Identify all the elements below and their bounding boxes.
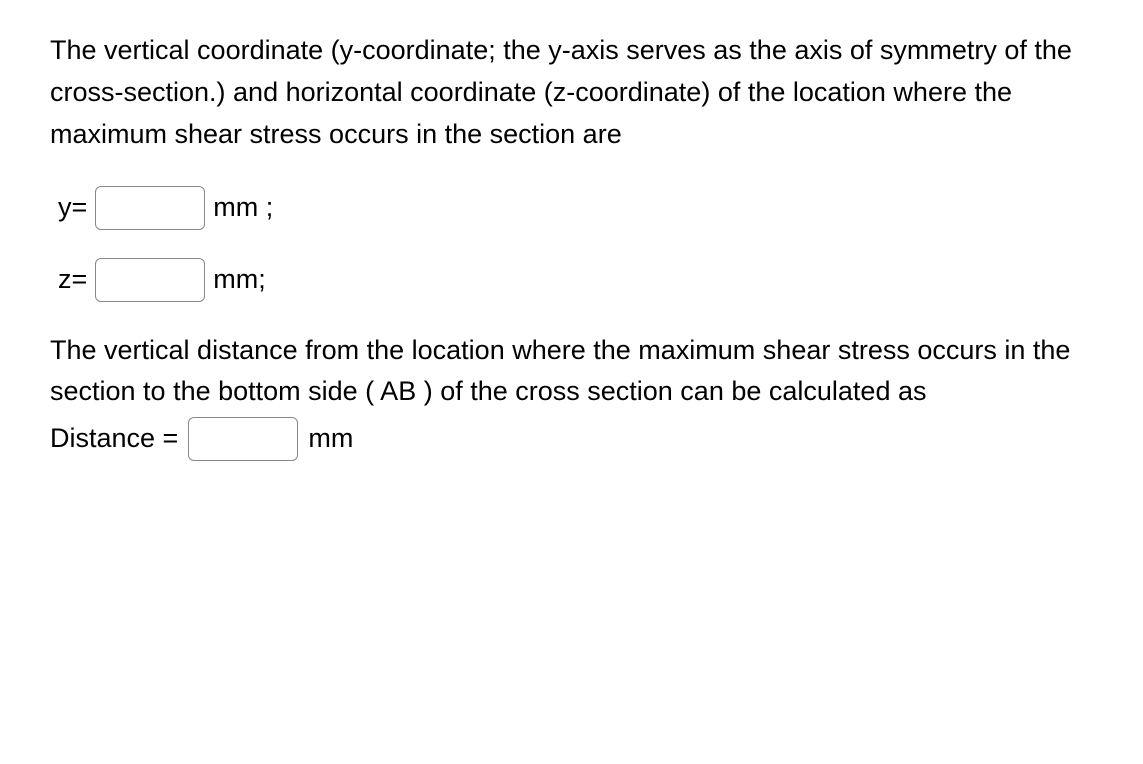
z-label: z= (58, 259, 87, 301)
question-1-text: The vertical coordinate (y-coordinate; t… (50, 30, 1093, 156)
y-input-row: y= mm ; (58, 186, 1093, 230)
distance-label: Distance = (50, 418, 178, 460)
z-input-row: z= mm; (58, 258, 1093, 302)
distance-input[interactable] (188, 417, 298, 461)
y-label: y= (58, 187, 87, 229)
y-unit: mm ; (213, 187, 273, 229)
y-input[interactable] (95, 186, 205, 230)
z-unit: mm; (213, 259, 265, 301)
question-2-content: The vertical distance from the location … (50, 335, 1070, 407)
z-input[interactable] (95, 258, 205, 302)
distance-unit: mm (308, 418, 353, 460)
question-1-content: The vertical coordinate (y-coordinate; t… (50, 35, 1072, 149)
distance-input-row: Distance = mm (50, 417, 1093, 461)
question-2-text: The vertical distance from the location … (50, 330, 1093, 414)
